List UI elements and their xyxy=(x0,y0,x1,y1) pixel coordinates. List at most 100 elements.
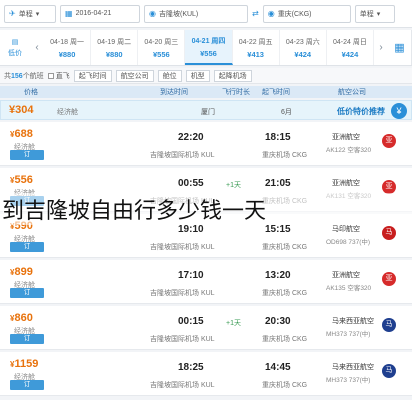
trip-mode-select[interactable]: 单程 ▾ xyxy=(354,4,395,23)
date-strip: ▤ 低价 ‹ 04-18 周一 ¥880 04-19 周二 ¥880 04-20… xyxy=(0,30,412,66)
airline-logo-icon: 马 xyxy=(382,318,396,332)
airline-name: 亚洲航空 xyxy=(332,134,360,141)
airline-logo-icon: 亚 xyxy=(382,272,396,286)
low-price-banner[interactable]: ¥304 经济舱 厦门 6月 低价特价推荐 ¥ xyxy=(0,100,412,120)
date-field[interactable]: ▦ 2016-04-21 xyxy=(60,4,140,23)
location-icon: ◉ xyxy=(267,9,275,18)
to-city-field[interactable]: ◉ 吉隆坡(KUL) xyxy=(144,4,248,23)
from-city-field[interactable]: ◉ 重庆(CKG) xyxy=(262,4,351,23)
airline-logo-icon: 马 xyxy=(382,364,396,378)
col-airline[interactable]: 航空公司 xyxy=(338,87,366,97)
arrival-time: 00:55 xyxy=(178,178,204,189)
airline-logo-icon: 马 xyxy=(382,226,396,240)
date-tab-price: ¥424 xyxy=(341,49,359,59)
arrival-airport: 吉隆坡国际机场 KUL xyxy=(150,290,215,297)
day-offset: +1天 xyxy=(226,182,241,189)
prev-dates-arrow[interactable]: ‹ xyxy=(30,30,44,65)
book-button[interactable]: 订 xyxy=(10,334,44,344)
filter-airline[interactable]: 航空公司 xyxy=(115,69,154,82)
col-arrival[interactable]: 到达时间 xyxy=(160,87,188,97)
book-button[interactable]: 订 xyxy=(10,288,44,298)
calendar-icon: ▤ xyxy=(11,38,19,46)
flight-price: ¥899 xyxy=(10,266,33,278)
banner-city: 厦门 xyxy=(201,109,215,116)
departure-time: 20:30 xyxy=(265,316,291,327)
flight-price: ¥1159 xyxy=(10,358,39,370)
date-tab-price: ¥556 xyxy=(200,48,217,58)
departure-airport: 重庆机场 CKG xyxy=(262,244,308,251)
price-tag-icon: ¥ xyxy=(391,103,407,119)
flight-row[interactable]: ¥899 经济舱订 17:10 吉隆坡国际机场 KUL 13:20 重庆机场 CKG 亚洲航… xyxy=(0,260,412,304)
column-header: 价格 到达时间 飞行时长 起飞时间 航空公司 xyxy=(0,86,412,98)
trip-type-label: 单程 xyxy=(18,10,33,18)
banner-cabin: 经济舱 xyxy=(57,109,78,116)
date-tab-price: ¥413 xyxy=(247,49,264,59)
date-tab-date: 04-20 周三 xyxy=(144,38,179,46)
flight-number: OD698 737(中) xyxy=(326,239,371,246)
low-price-calendar-button[interactable]: ▤ 低价 xyxy=(0,30,30,65)
airline-logo-icon: 亚 xyxy=(382,134,396,148)
airline-name: 马来西亚航空 xyxy=(332,318,374,325)
flight-row[interactable]: ¥860 经济舱订 00:15 吉隆坡国际机场 KUL +1天 20:30 重庆机场 CKG… xyxy=(0,306,412,350)
date-tab-active[interactable]: 04-21 周四 ¥556 xyxy=(185,30,233,65)
direct-label: 直飞 xyxy=(55,72,70,80)
filter-bar: 共156个航班 直飞 起飞时间 航空公司 舱位 机型 起降机场 xyxy=(0,68,412,84)
departure-time: 14:45 xyxy=(265,362,291,373)
airline-name: 马印航空 xyxy=(332,226,360,233)
date-tab-price: ¥880 xyxy=(105,49,123,59)
col-duration[interactable]: 飞行时长 xyxy=(222,87,250,97)
banner-date: 6月 xyxy=(281,109,292,116)
flight-price: ¥688 xyxy=(10,128,33,140)
departure-airport: 重庆机场 CKG xyxy=(262,382,308,389)
arrival-airport: 吉隆坡国际机场 KUL xyxy=(150,152,215,159)
calendar-icon: ▦ xyxy=(65,9,73,18)
date-tab[interactable]: 04-22 周五 ¥413 xyxy=(233,30,280,65)
banner-title: 低价特价推荐 xyxy=(337,107,385,116)
direct-only-checkbox[interactable]: 直飞 xyxy=(47,71,70,81)
date-tab[interactable]: 04-20 周三 ¥556 xyxy=(138,30,186,65)
next-dates-arrow[interactable]: › xyxy=(374,30,388,65)
col-price[interactable]: 价格 xyxy=(24,87,38,97)
flight-price: ¥860 xyxy=(10,312,33,324)
from-city-value: 重庆(CKG) xyxy=(277,10,312,18)
book-button[interactable]: 订 xyxy=(10,380,44,390)
low-price-label: 低价 xyxy=(8,49,22,57)
chevron-down-icon: ▾ xyxy=(376,10,381,18)
date-tab[interactable]: 04-18 周一 ¥880 xyxy=(44,30,92,65)
date-tab[interactable]: 04-19 周二 ¥880 xyxy=(91,30,139,65)
departure-time: 15:15 xyxy=(265,224,291,235)
arrival-time: 00:15 xyxy=(178,316,204,327)
trip-type-select[interactable]: ✈ 单程 ▾ xyxy=(4,4,56,23)
banner-price: ¥304 xyxy=(9,104,34,116)
date-tab-date: 04-21 周四 xyxy=(191,37,226,45)
book-button[interactable]: 订 xyxy=(10,150,44,160)
col-departure[interactable]: 起飞时间 xyxy=(262,87,290,97)
arrival-time: 19:10 xyxy=(178,224,204,235)
date-tab[interactable]: 04-23 周六 ¥424 xyxy=(280,30,327,65)
plane-icon: ✈ xyxy=(9,9,16,18)
date-value: 2016-04-21 xyxy=(75,10,112,17)
arrival-time: 18:25 xyxy=(178,362,204,373)
departure-time: 18:15 xyxy=(265,132,291,143)
flight-row[interactable]: ¥688 经济舱订 22:20 吉隆坡国际机场 KUL 18:15 重庆机场 CKG 亚洲航… xyxy=(0,122,412,166)
calendar-button[interactable]: ▦ xyxy=(388,30,412,65)
departure-airport: 重庆机场 CKG xyxy=(262,152,308,159)
filter-cabin[interactable]: 舱位 xyxy=(157,69,182,82)
date-tab-price: ¥424 xyxy=(294,49,312,59)
filter-airport[interactable]: 起降机场 xyxy=(213,69,252,82)
arrival-airport: 吉隆坡国际机场 KUL xyxy=(150,336,215,343)
date-tab-date: 04-18 周一 xyxy=(50,38,84,46)
departure-time: 21:05 xyxy=(265,178,291,189)
flight-number: AK135 空客320 xyxy=(326,285,372,292)
filter-aircraft[interactable]: 机型 xyxy=(185,69,210,82)
filter-departure-time[interactable]: 起飞时间 xyxy=(73,69,112,82)
date-tab[interactable]: 04-24 周日 ¥424 xyxy=(327,30,374,65)
flight-number: AK122 空客320 xyxy=(326,147,372,154)
overlay-caption: 到吉隆坡自由行多少钱一天 xyxy=(0,193,412,225)
flight-number: MH373 737(中) xyxy=(326,331,371,338)
flight-row[interactable]: ¥1159 经济舱订 18:25 吉隆坡国际机场 KUL 14:45 重庆机场 CKG 马来… xyxy=(0,352,412,396)
airline-name: 亚洲航空 xyxy=(332,180,360,187)
book-button[interactable]: 订 xyxy=(10,242,44,252)
to-city-value: 吉隆坡(KUL) xyxy=(158,10,199,18)
swap-icon[interactable]: ⇄ xyxy=(252,9,259,18)
